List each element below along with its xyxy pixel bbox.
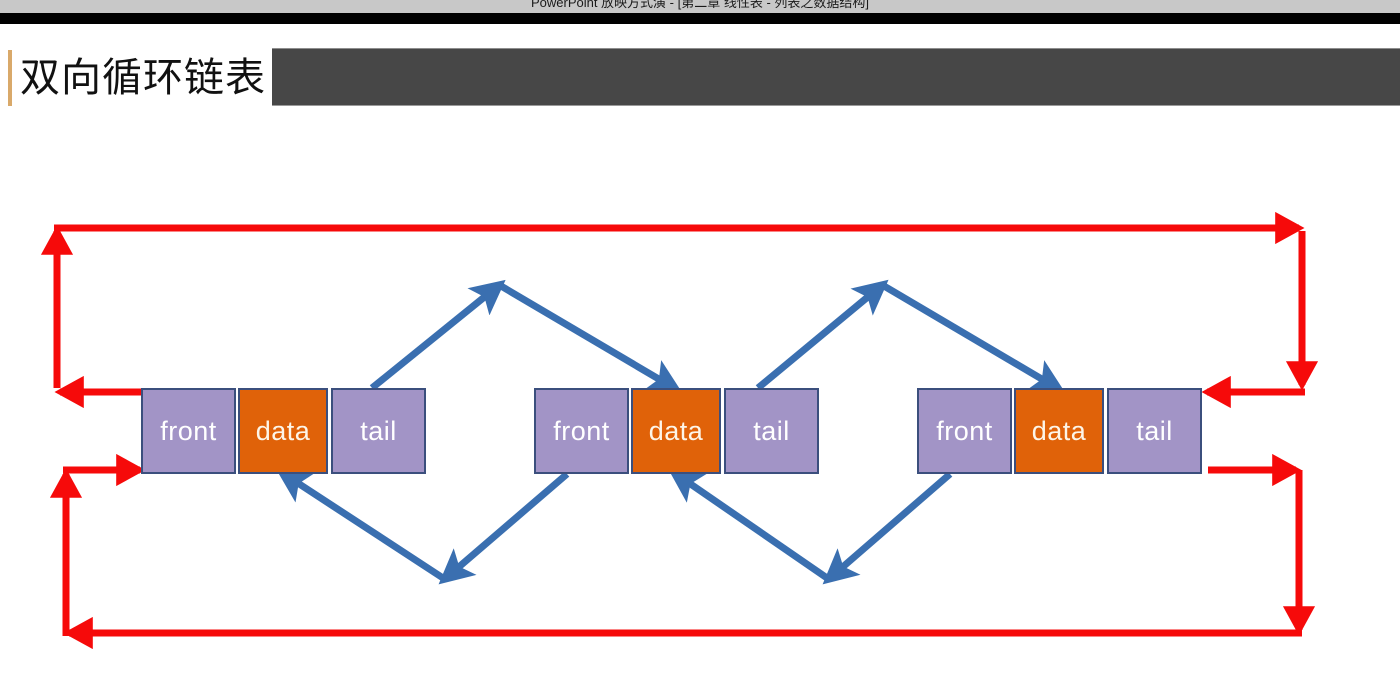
node-3-front-label: front xyxy=(936,415,993,446)
blue-prev-1-up-segment xyxy=(275,468,445,581)
diagram-arrow-layer xyxy=(40,211,1319,650)
node-3-tail-label: tail xyxy=(1136,415,1173,446)
node-3-front-cell: front xyxy=(917,388,1012,474)
node-1-front-label: front xyxy=(160,415,217,446)
node-1-data-label: data xyxy=(255,415,311,446)
node-2-data-cell: data xyxy=(631,388,721,474)
blue-next-link-2 xyxy=(755,279,1066,393)
list-node-3: front data tail xyxy=(917,388,1202,474)
node-1-tail-cell: tail xyxy=(331,388,426,474)
blue-next-1-down-segment xyxy=(499,282,683,393)
blue-next-link-1 xyxy=(369,279,683,393)
slide-canvas: PowerPoint 放映方式演 - [第二章 线性表 - 列表之数据结构] 双… xyxy=(0,0,1400,699)
red-wrap-top xyxy=(40,211,1319,409)
red-wrap-bottom xyxy=(49,453,1316,650)
node-1-tail-label: tail xyxy=(360,415,397,446)
node-2-tail-label: tail xyxy=(753,415,790,446)
node-1-data-cell: data xyxy=(238,388,328,474)
blue-prev-2-down-segment xyxy=(822,471,953,585)
blue-prev-2-up-segment xyxy=(667,468,829,581)
node-2-tail-cell: tail xyxy=(724,388,819,474)
blue-prev-link-2 xyxy=(667,468,953,585)
list-node-1: front data tail xyxy=(141,388,426,474)
node-1-front-cell: front xyxy=(141,388,236,474)
node-2-front-label: front xyxy=(553,415,610,446)
blue-prev-1-down-segment xyxy=(438,471,570,585)
blue-next-2-down-segment xyxy=(882,282,1066,393)
node-3-data-cell: data xyxy=(1014,388,1104,474)
blue-next-2-up-segment xyxy=(755,279,889,391)
list-node-2: front data tail xyxy=(534,388,819,474)
blue-next-1-up-segment xyxy=(369,279,506,391)
node-2-front-cell: front xyxy=(534,388,629,474)
node-3-tail-cell: tail xyxy=(1107,388,1202,474)
blue-prev-link-1 xyxy=(275,468,570,585)
node-2-data-label: data xyxy=(648,415,704,446)
node-3-data-label: data xyxy=(1031,415,1087,446)
